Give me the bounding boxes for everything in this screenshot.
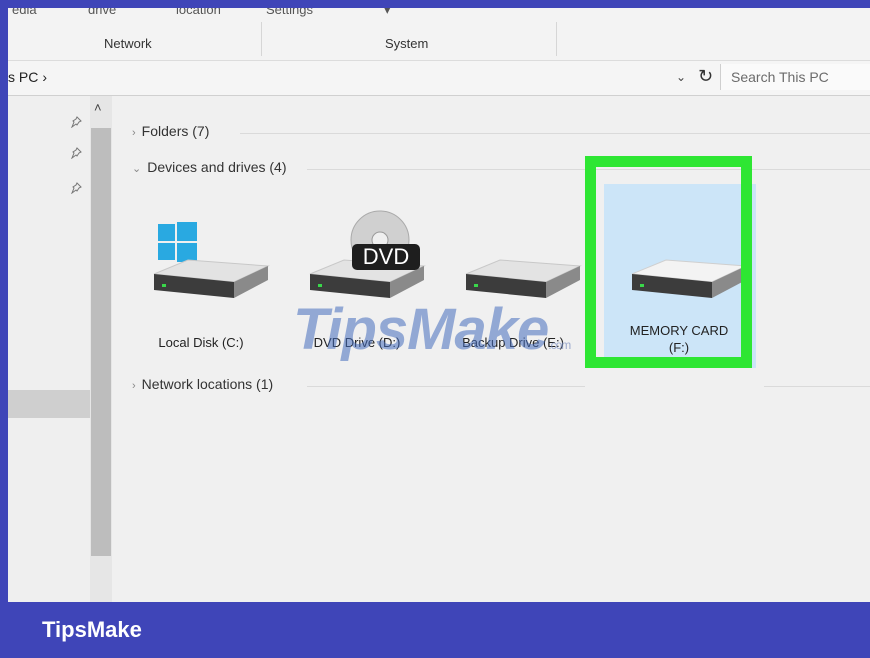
- search-input[interactable]: [731, 69, 870, 85]
- ribbon-cut-label-media[interactable]: edia: [12, 8, 37, 17]
- address-dropdown-icon[interactable]: ⌄: [676, 70, 686, 84]
- ribbon-cut-label-settings[interactable]: Settings: [266, 8, 313, 17]
- breadcrumb-this-pc[interactable]: s PC: [8, 69, 38, 85]
- watermark: TipsMake.com: [293, 296, 571, 363]
- section-divider: [307, 386, 585, 387]
- search-box[interactable]: [720, 64, 870, 90]
- address-bar: s PC › ⌄ ↻: [8, 61, 870, 96]
- pin-icon[interactable]: [70, 147, 82, 159]
- watermark-suffix: .com: [548, 338, 571, 352]
- pin-icon[interactable]: [70, 182, 82, 194]
- refresh-icon[interactable]: ↻: [698, 66, 713, 87]
- brand-logo: TipsMake: [42, 617, 142, 642]
- nav-selected-item[interactable]: [8, 390, 90, 418]
- section-label: Folders (7): [141, 123, 210, 139]
- scroll-up-icon[interactable]: ˄: [94, 100, 102, 115]
- ribbon-cut-label-drive[interactable]: drive: [88, 8, 116, 17]
- ribbon-divider: [556, 22, 557, 56]
- file-explorer-window: edia drive location Settings ▾ Network S…: [8, 8, 870, 602]
- navigation-pane: ˄: [8, 96, 112, 602]
- section-label: Devices and drives (4): [147, 159, 287, 175]
- ribbon-divider: [261, 22, 262, 56]
- drive-label: Local Disk (C:): [158, 335, 244, 350]
- ribbon: edia drive location Settings ▾ Network S…: [8, 8, 870, 61]
- scrollbar-thumb[interactable]: [91, 128, 111, 556]
- nav-scrollbar[interactable]: ˄: [90, 96, 112, 602]
- section-network-locations[interactable]: › Network locations (1): [132, 376, 273, 392]
- expanded-arrow-icon[interactable]: ⌄: [132, 163, 141, 175]
- section-devices-and-drives[interactable]: ⌄ Devices and drives (4): [132, 159, 287, 175]
- section-label: Network locations (1): [141, 376, 274, 392]
- windows-drive-icon: [153, 222, 270, 298]
- section-folders[interactable]: › Folders (7): [132, 123, 209, 139]
- highlight-box: [585, 156, 752, 368]
- section-divider: [240, 133, 870, 134]
- dvd-badge: DVD: [362, 244, 410, 269]
- breadcrumb[interactable]: s PC ›: [8, 69, 47, 85]
- drive-local-disk-c[interactable]: Local Disk (C:): [126, 208, 276, 358]
- ribbon-group-network: Network: [104, 36, 152, 51]
- ribbon-group-system: System: [385, 36, 429, 51]
- section-divider: [764, 386, 870, 387]
- pin-icon[interactable]: [70, 116, 82, 128]
- breadcrumb-chevron-icon[interactable]: ›: [42, 69, 47, 85]
- collapsed-arrow-icon[interactable]: ›: [132, 127, 136, 139]
- collapsed-arrow-icon[interactable]: ›: [132, 380, 136, 392]
- ribbon-cut-label-dropdown[interactable]: ▾: [384, 8, 391, 18]
- watermark-text: TipsMake: [293, 297, 549, 362]
- brand-bar: TipsMake: [0, 602, 870, 658]
- ribbon-cut-label-location[interactable]: location: [176, 8, 221, 17]
